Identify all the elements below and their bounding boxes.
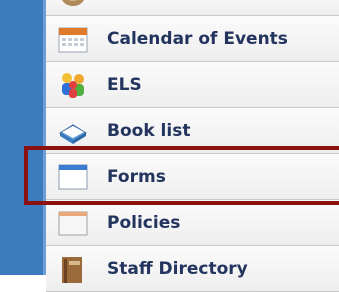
menu-item-label: Calendar of Events (107, 29, 288, 49)
menu-item-partial[interactable] (46, 0, 339, 16)
calendar-icon (58, 25, 88, 53)
menu-item-calendar-of-events[interactable]: Calendar of Events (46, 16, 339, 62)
menu-item-policies[interactable]: Policies (46, 200, 339, 246)
menu-item-label: Policies (107, 213, 181, 233)
sidebar-menu: Calendar of Events ELS Book list Forms P… (46, 0, 339, 292)
menu-item-label: Book list (107, 121, 191, 141)
menu-item-staff-directory[interactable]: Staff Directory (46, 246, 339, 292)
document-icon (58, 209, 88, 237)
menu-item-label: Forms (107, 167, 166, 187)
form-icon (58, 163, 88, 191)
directory-icon (58, 255, 88, 283)
menu-item-els[interactable]: ELS (46, 62, 339, 108)
menu-item-label: ELS (107, 75, 142, 95)
book-icon (58, 117, 88, 145)
menu-item-book-list[interactable]: Book list (46, 108, 339, 154)
menu-item-label: Staff Directory (107, 259, 248, 279)
menu-item-forms[interactable]: Forms (46, 154, 339, 200)
misc-icon (58, 0, 88, 10)
people-icon (58, 71, 88, 99)
sidebar-blue-strip (0, 0, 43, 275)
